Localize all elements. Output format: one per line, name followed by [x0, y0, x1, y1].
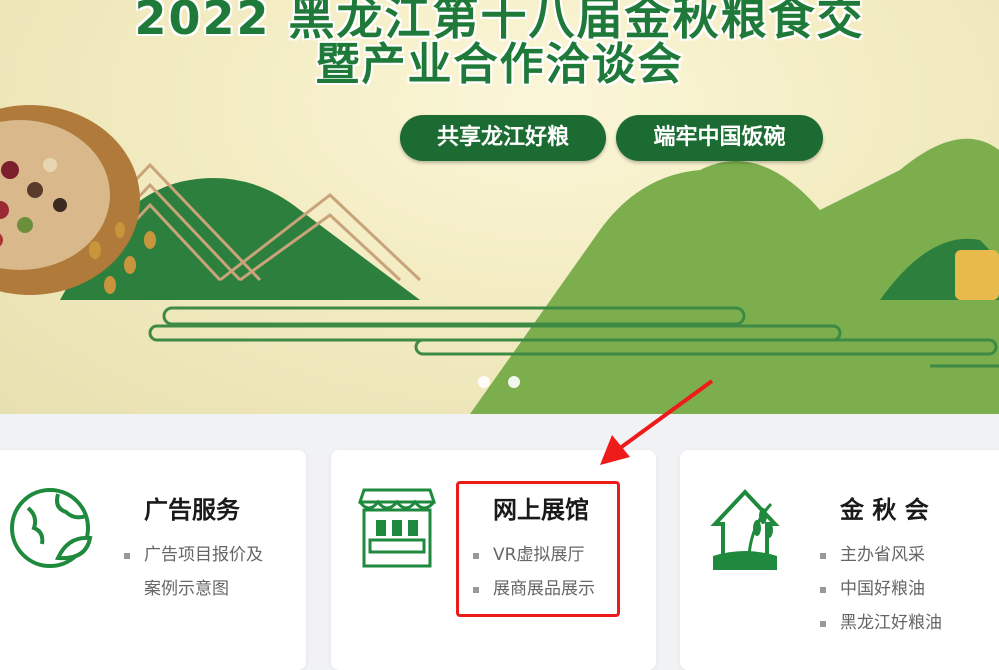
card-title-ad: 广告服务	[144, 496, 240, 524]
globe-leaf-icon	[10, 488, 93, 568]
carousel-dot-1[interactable]	[478, 376, 490, 388]
list-item[interactable]: 广告项目报价及	[122, 538, 263, 572]
carousel-dot-2[interactable]	[508, 376, 520, 388]
list-item[interactable]: 中国好粮油	[818, 572, 942, 606]
slogan-pill-2: 端牢中国饭碗	[616, 115, 823, 161]
slogan-pill-1: 共享龙江好粮	[400, 115, 606, 161]
wheat-house-icon	[710, 489, 780, 570]
wheat-right	[955, 250, 999, 300]
list-item[interactable]: 案例示意图	[122, 572, 263, 606]
list-item[interactable]: 主办省风采	[818, 538, 942, 572]
annotation-arrow	[600, 379, 714, 465]
hero-banner[interactable]: 2022 黑龙江第十八届金秋粮食交 暨产业合作洽谈会 共享龙江好粮 端牢中国饭碗	[0, 0, 999, 414]
card-title-golden-autumn: 金 秋 会	[840, 496, 929, 524]
card-golden-autumn[interactable]: 金 秋 会 主办省风采 中国好粮油 黑龙江好粮油	[680, 450, 999, 670]
banner-title-line2: 暨产业合作洽谈会	[315, 39, 684, 90]
list-item[interactable]: 黑龙江好粮油	[818, 606, 942, 640]
card-ad-services[interactable]: 广告服务 广告项目报价及 案例示意图	[0, 450, 306, 670]
card-list-golden-autumn: 主办省风采 中国好粮油 黑龙江好粮油	[818, 538, 942, 640]
card-list-ad: 广告项目报价及 案例示意图	[122, 538, 263, 606]
annotation-highlight-box	[456, 481, 620, 617]
market-stall-icon	[357, 488, 437, 568]
